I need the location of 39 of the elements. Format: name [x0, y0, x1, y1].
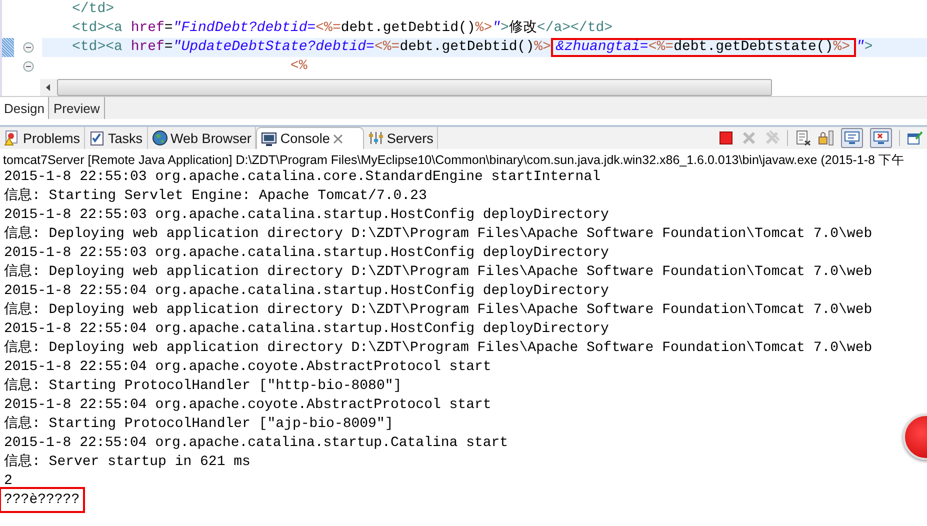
console-line: 2 [3, 472, 14, 491]
monitor-icon[interactable] [870, 128, 892, 148]
console-line: 2015-1-8 22:55:03 org.apache.catalina.startup.HostConfig deployDirectory [3, 206, 610, 225]
collapse-icon[interactable] [23, 61, 34, 72]
collapse-icon[interactable] [23, 42, 34, 53]
console-line: 信息: Deploying web application directory D:\ZDT\Program Files\Apache Software Foundation\Tomcat 7.0\web [3, 339, 874, 358]
console-line: 2015-1-8 22:55:04 org.apache.catalina.startup.HostConfig deployDirectory [3, 320, 610, 339]
code-line: </td> [71, 0, 114, 19]
console-line: 信息: Starting ProtocolHandler ["ajp-bio-8009"] [3, 415, 394, 434]
console-line: 信息: Starting ProtocolHandler ["http-bio-8080"] [3, 377, 403, 396]
console-line: 2015-1-8 22:55:03 org.apache.catalina.startup.HostConfig deployDirectory [3, 244, 610, 263]
console-line: 信息: Deploying web application directory D:\ZDT\Program Files\Apache Software Foundation\Tomcat 7.0\web [3, 263, 874, 282]
console-line: 信息: Deploying web application directory D:\ZDT\Program Files\Apache Software Foundation\Tomcat 7.0\web [3, 225, 874, 244]
console-line: 信息: Server startup in 621 ms [3, 453, 252, 472]
servers-icon [368, 130, 384, 146]
console-line: 2015-1-8 22:55:04 org.apache.coyote.AbstractProtocol start [3, 396, 492, 415]
code-line: <td><a href="UpdateDebtState?debtid=<%=debt.getDebtid()%> &zhuangtai=<%=debt.getDebtstate()%> "> [71, 38, 873, 57]
console-line: 2015-1-8 22:55:04 org.apache.coyote.AbstractProtocol start [3, 358, 492, 377]
code-line: <td><a href="FindDebt?debtid=<%=debt.getDebtid()%>">修改</a></td> [71, 19, 613, 38]
document-icon[interactable] [795, 130, 811, 146]
monitor-icon[interactable] [841, 128, 863, 148]
console-line: 2015-1-8 22:55:04 org.apache.catalina.startup.HostConfig deployDirectory [3, 282, 610, 301]
globe-icon [152, 130, 168, 146]
code-line: <% [289, 57, 308, 76]
view-tab[interactable]: Console [256, 127, 364, 149]
scroll-left-icon[interactable] [40, 79, 57, 96]
console-line: 2015-1-8 22:55:04 org.apache.catalina.startup.Catalina start [3, 434, 510, 453]
pin-icon[interactable] [907, 130, 923, 146]
problems-icon [4, 130, 20, 146]
console-line: 信息: Starting Servlet Engine: Apache Tomcat/7.0.23 [3, 187, 428, 206]
console-line: 信息: Deploying web application directory D:\ZDT\Program Files\Apache Software Foundation\Tomcat 7.0\web [3, 301, 874, 320]
close-icon[interactable] [332, 134, 343, 144]
console-line: 2015-1-8 22:55:03 org.apache.catalina.core.StandardEngine startInternal [3, 168, 602, 187]
terminate-icon[interactable] [718, 130, 734, 146]
monitor-icon [261, 130, 278, 146]
editor-tab[interactable]: Design [0, 97, 50, 119]
scrollbar-thumb[interactable] [57, 79, 772, 96]
lock-icon[interactable] [818, 130, 834, 146]
clipboard-icon [89, 130, 106, 146]
